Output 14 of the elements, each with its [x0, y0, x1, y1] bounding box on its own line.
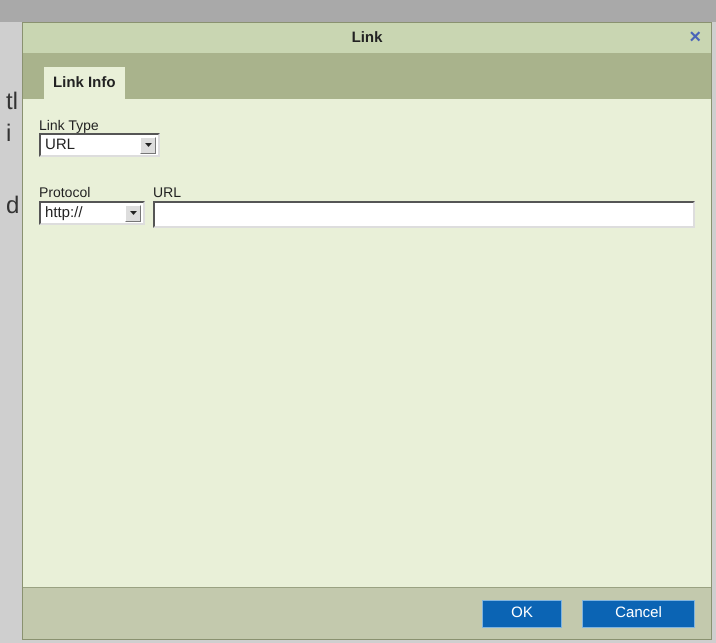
field-label: URL	[153, 183, 182, 201]
url-field[interactable]	[153, 201, 695, 228]
field-label: Link Type	[39, 117, 100, 133]
tab[interactable]: Link Info	[44, 67, 124, 99]
protocol-select[interactable]: http://	[39, 201, 145, 225]
field-label: Protocol	[39, 183, 92, 201]
close-button[interactable]: ×	[689, 27, 701, 47]
background-text: tl	[6, 90, 19, 114]
ok-button[interactable]: OK	[482, 600, 562, 628]
background-text: i	[6, 122, 12, 146]
background-text: d	[6, 194, 20, 218]
window-title: Link	[352, 28, 382, 48]
link-type-select[interactable]: URL	[39, 133, 160, 157]
cancel-button[interactable]: Cancel	[582, 600, 695, 628]
